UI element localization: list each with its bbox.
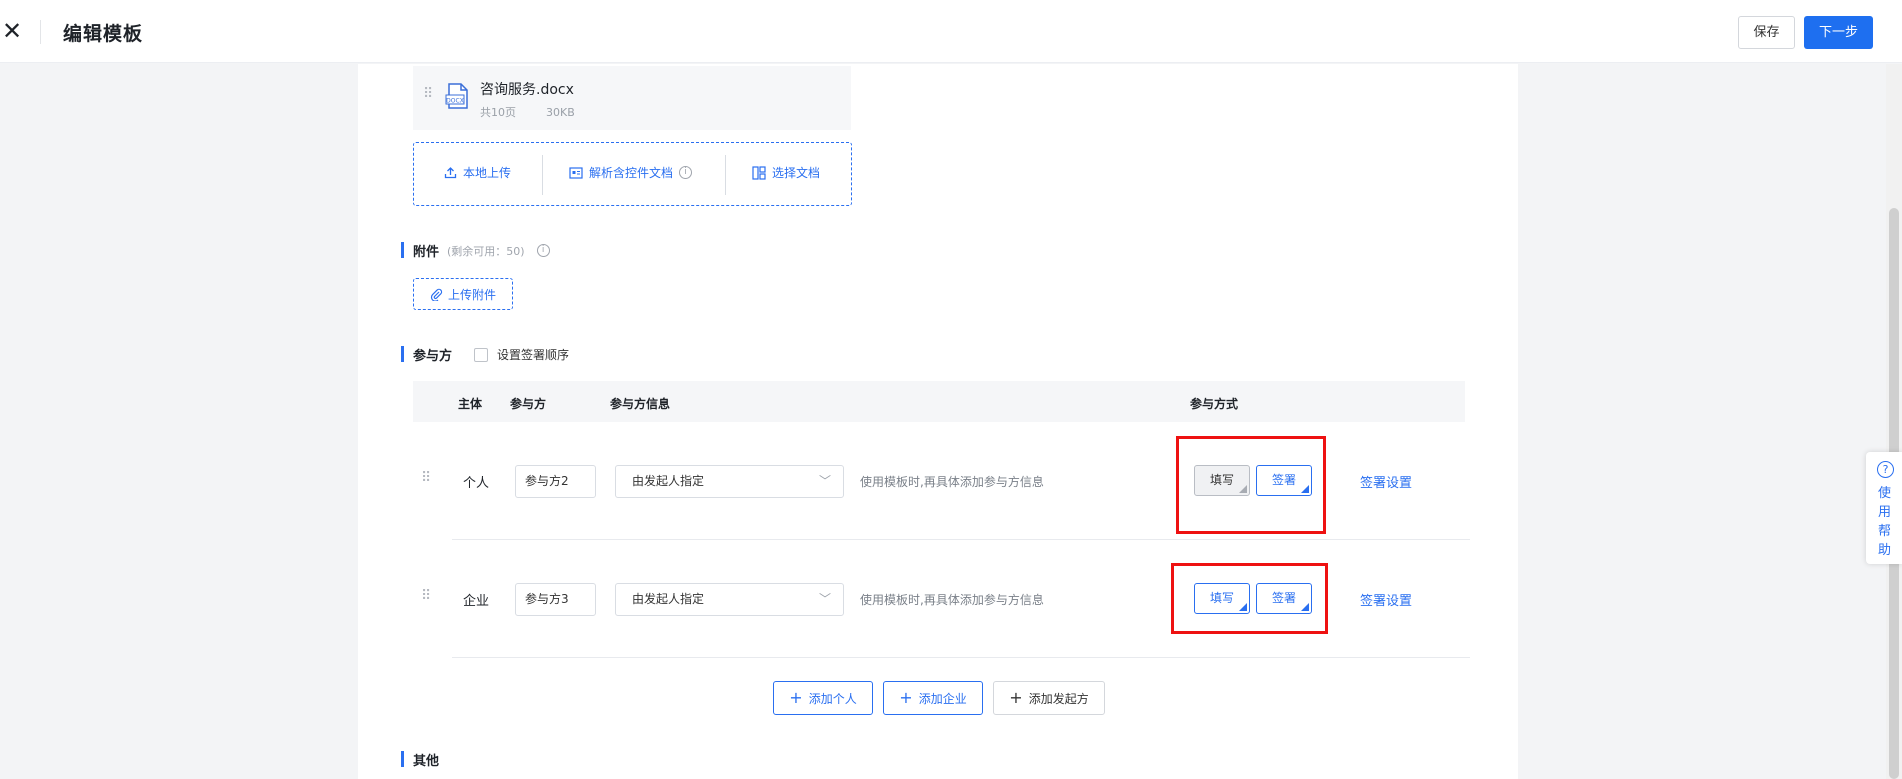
attachments-title: 附件 bbox=[413, 245, 440, 260]
question-icon: ? bbox=[1877, 461, 1894, 478]
row-divider bbox=[452, 657, 1470, 658]
sign-mode-toggle[interactable]: 签署 bbox=[1256, 465, 1312, 496]
plus-icon: + bbox=[899, 688, 913, 707]
party-info-hint: 使用模板时,再具体添加参与方信息 bbox=[860, 475, 1044, 489]
party-info-select-value: 由发起人指定 bbox=[632, 474, 705, 488]
corner-mark bbox=[1239, 485, 1247, 493]
upload-options-box: 本地上传 解析含控件文档 i 选择文档 bbox=[413, 142, 852, 206]
row-subject: 个人 bbox=[463, 476, 490, 491]
info-icon[interactable]: i bbox=[679, 166, 693, 179]
section-marker bbox=[401, 346, 404, 362]
page-title: 编辑模板 bbox=[63, 23, 144, 45]
top-bar: ✕ 编辑模板 保存 下一步 bbox=[0, 0, 1902, 63]
add-initiator-label: 添加发起方 bbox=[1028, 691, 1089, 706]
parse-doc-label: 解析含控件文档 bbox=[589, 166, 674, 180]
fill-mode-label: 填写 bbox=[1209, 591, 1234, 605]
party-name-input[interactable]: 参与方2 bbox=[515, 465, 596, 498]
docx-file-icon: DOCX bbox=[445, 83, 468, 109]
chevron-down-icon: ﹀ bbox=[818, 592, 831, 606]
drag-handle-icon[interactable]: ⠿ bbox=[423, 87, 435, 101]
party-info-select[interactable]: 由发起人指定 ﹀ bbox=[615, 583, 844, 616]
upload-attachment-button[interactable]: 上传附件 bbox=[413, 278, 513, 310]
divider bbox=[542, 155, 543, 195]
sign-settings-link[interactable]: 签署设置 bbox=[1360, 590, 1412, 609]
paperclip-icon bbox=[430, 288, 443, 301]
local-upload-button[interactable]: 本地上传 bbox=[444, 164, 511, 181]
layout-icon bbox=[752, 165, 766, 180]
svg-text:DOCX: DOCX bbox=[446, 98, 464, 105]
choose-doc-button[interactable]: 选择文档 bbox=[752, 164, 820, 181]
plus-icon: + bbox=[789, 688, 803, 707]
sign-settings-link[interactable]: 签署设置 bbox=[1360, 472, 1412, 491]
chevron-down-icon: ﹀ bbox=[818, 474, 831, 488]
upload-icon bbox=[444, 167, 457, 179]
participants-section-title: 参与方 bbox=[413, 349, 453, 364]
save-button[interactable]: 保存 bbox=[1738, 16, 1795, 49]
sign-mode-label: 签署 bbox=[1271, 591, 1296, 605]
local-upload-label: 本地上传 bbox=[463, 166, 512, 180]
file-name[interactable]: 咨询服务.docx bbox=[480, 79, 574, 99]
signing-order-checkbox[interactable] bbox=[474, 348, 488, 362]
corner-mark bbox=[1301, 603, 1309, 611]
parse-doc-button[interactable]: 解析含控件文档 i bbox=[569, 164, 693, 181]
row-divider bbox=[452, 539, 1470, 540]
close-icon[interactable]: ✕ bbox=[2, 18, 22, 44]
file-size: 30KB bbox=[546, 106, 575, 119]
add-company-label: 添加企业 bbox=[918, 691, 967, 706]
corner-mark bbox=[1239, 603, 1247, 611]
add-company-button[interactable]: + 添加企业 bbox=[883, 681, 983, 715]
info-icon[interactable]: i bbox=[536, 244, 550, 257]
col-subject: 主体 bbox=[458, 397, 483, 411]
col-party-info: 参与方信息 bbox=[610, 397, 671, 411]
header-divider bbox=[40, 20, 41, 44]
row-subject: 企业 bbox=[463, 594, 490, 609]
help-label: 使用帮助 bbox=[1878, 486, 1892, 558]
party-info-hint: 使用模板时,再具体添加参与方信息 bbox=[860, 593, 1044, 607]
section-marker bbox=[401, 751, 404, 767]
sign-mode-label: 签署 bbox=[1271, 473, 1296, 487]
upload-attachment-label: 上传附件 bbox=[447, 287, 496, 302]
add-person-label: 添加个人 bbox=[808, 691, 857, 706]
form-doc-icon bbox=[569, 166, 583, 179]
add-person-button[interactable]: + 添加个人 bbox=[773, 681, 873, 715]
corner-mark bbox=[1301, 485, 1309, 493]
sign-mode-toggle[interactable]: 签署 bbox=[1256, 583, 1312, 614]
add-initiator-button[interactable]: + 添加发起方 bbox=[993, 681, 1105, 715]
file-pages: 共10页 bbox=[480, 106, 516, 119]
file-card bbox=[413, 66, 851, 130]
choose-doc-label: 选择文档 bbox=[772, 166, 821, 180]
fill-mode-label: 填写 bbox=[1209, 473, 1234, 487]
party-info-select[interactable]: 由发起人指定 ﹀ bbox=[615, 465, 844, 498]
party-info-select-value: 由发起人指定 bbox=[632, 592, 705, 606]
party-name-input[interactable]: 参与方3 bbox=[515, 583, 596, 616]
attachments-section-title: 附件 (剩余可用：50) i bbox=[413, 241, 550, 260]
section-marker bbox=[401, 242, 404, 258]
attachments-remaining: (剩余可用：50) bbox=[447, 244, 525, 258]
fill-mode-toggle[interactable]: 填写 bbox=[1194, 465, 1250, 496]
participants-table-header bbox=[413, 381, 1465, 422]
other-section-title: 其他 bbox=[413, 754, 440, 769]
next-step-button[interactable]: 下一步 bbox=[1804, 16, 1873, 49]
divider bbox=[725, 155, 726, 195]
fill-mode-toggle[interactable]: 填写 bbox=[1194, 583, 1250, 614]
plus-icon: + bbox=[1009, 688, 1023, 707]
row-drag-handle-icon[interactable]: ⠿ bbox=[421, 589, 433, 603]
help-tab[interactable]: ? 使用帮助 bbox=[1866, 452, 1902, 564]
signing-order-label[interactable]: 设置签署顺序 bbox=[497, 346, 569, 363]
col-participation-mode: 参与方式 bbox=[1190, 397, 1239, 411]
col-party: 参与方 bbox=[510, 397, 547, 411]
file-meta: 共10页 30KB bbox=[480, 104, 575, 120]
row-drag-handle-icon[interactable]: ⠿ bbox=[421, 471, 433, 485]
